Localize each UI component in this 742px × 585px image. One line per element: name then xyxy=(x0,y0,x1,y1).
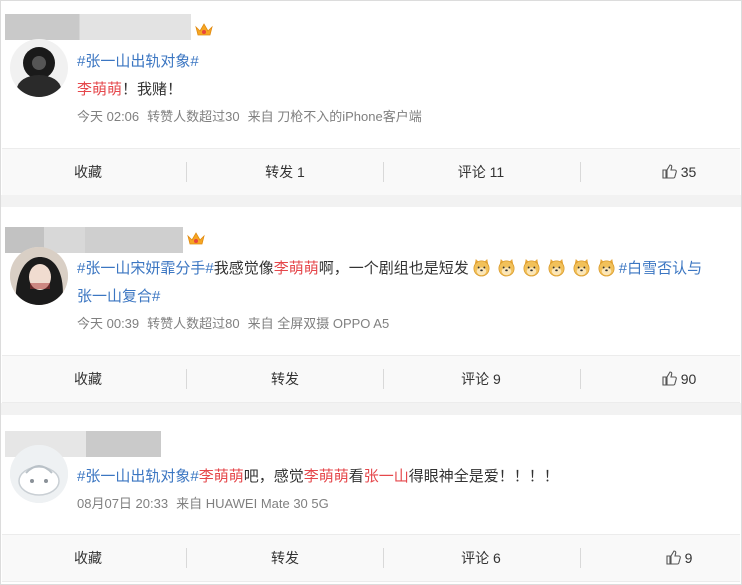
comment-button[interactable]: 评论 6 xyxy=(416,535,546,581)
post-divider xyxy=(1,195,741,207)
post-meta: 08月07日 20:33 来自 HUAWEI Mate 30 5G xyxy=(77,496,329,512)
avatar[interactable] xyxy=(10,39,68,97)
mention-link[interactable]: 张一山 xyxy=(364,468,409,485)
repost-button[interactable]: 转发 1 xyxy=(220,149,350,195)
repost-button[interactable]: 转发 xyxy=(220,535,350,581)
post-time[interactable]: 今天 00:39 xyxy=(77,316,139,331)
avatar[interactable] xyxy=(10,247,68,305)
username-blurred[interactable] xyxy=(5,14,191,40)
topic-link[interactable]: #张一山出轨对象# xyxy=(77,53,199,70)
crown-icon xyxy=(187,232,205,245)
like-button[interactable]: 35 xyxy=(614,149,742,195)
topic-link[interactable]: #张一山出轨对象# xyxy=(77,468,199,485)
doge-emoji xyxy=(523,258,540,277)
repost-like-info: 转赞人数超过80 xyxy=(147,316,240,331)
action-bar: 收藏 转发 评论 6 9 xyxy=(2,534,740,582)
like-button[interactable]: 9 xyxy=(614,535,742,581)
like-count: 9 xyxy=(684,550,693,566)
topic-link[interactable]: #白雪否认与 xyxy=(619,260,702,277)
post-text-line2: 李萌萌！我赌！ xyxy=(77,76,734,103)
thumbs-up-icon xyxy=(666,550,681,565)
mention-link[interactable]: 李萌萌 xyxy=(77,81,122,98)
collect-button[interactable]: 收藏 xyxy=(23,149,153,195)
post-text-segment: ！我赌！ xyxy=(122,81,183,98)
post-text: #张一山出轨对象#李萌萌吧，感觉李萌萌看张一山得眼神全是爱！！！！ xyxy=(77,463,734,490)
post-time[interactable]: 今天 02:06 xyxy=(77,109,139,124)
doge-emoji xyxy=(473,258,490,277)
post-text-line2: 张一山复合# xyxy=(77,283,734,310)
repost-button[interactable]: 转发 xyxy=(220,356,350,402)
post-meta: 今天 00:39 转赞人数超过80 来自 全屏双摄 OPPO A5 xyxy=(77,316,389,332)
repost-like-info: 转赞人数超过30 xyxy=(147,109,240,124)
collect-button[interactable]: 收藏 xyxy=(23,535,153,581)
comment-button[interactable]: 评论 9 xyxy=(416,356,546,402)
post-source[interactable]: 来自 全屏双摄 OPPO A5 xyxy=(248,316,390,331)
post-text-segment: 得眼神全是爱！！！！ xyxy=(408,468,559,485)
thumbs-up-icon xyxy=(662,164,677,179)
post-text: #张一山出轨对象# xyxy=(77,48,734,75)
mention-link[interactable]: 李萌萌 xyxy=(304,468,349,485)
comment-button[interactable]: 评论 11 xyxy=(416,149,546,195)
like-count: 90 xyxy=(680,371,697,387)
doge-emoji xyxy=(498,258,515,277)
doge-emoji xyxy=(598,258,615,277)
like-count: 35 xyxy=(680,164,697,180)
post-source[interactable]: 来自 刀枪不入的iPhone客户端 xyxy=(248,109,422,124)
post-source[interactable]: 来自 HUAWEI Mate 30 5G xyxy=(176,496,329,511)
doge-emoji xyxy=(548,258,565,277)
post-text-segment: 我感觉像 xyxy=(213,260,274,277)
post-text-segment: 吧，感觉 xyxy=(243,468,304,485)
crown-icon xyxy=(195,23,213,36)
doge-emoji xyxy=(573,258,590,277)
post-text-segment: 啊，一个剧组也是短发 xyxy=(318,260,469,277)
avatar[interactable] xyxy=(10,445,68,503)
weibo-comment-feed: #张一山出轨对象# 李萌萌！我赌！ 今天 02:06 转赞人数超过30 来自 刀枪不… xyxy=(0,0,742,585)
collect-button[interactable]: 收藏 xyxy=(23,356,153,402)
post-text: #张一山宋妍霏分手#我感觉像李萌萌啊，一个剧组也是短发 #白雪否认与 xyxy=(77,255,734,282)
post-divider xyxy=(1,403,741,415)
post-meta: 今天 02:06 转赞人数超过30 来自 刀枪不入的iPhone客户端 xyxy=(77,109,422,125)
topic-link-continued[interactable]: 张一山复合# xyxy=(77,288,160,305)
topic-link[interactable]: #张一山宋妍霏分手# xyxy=(77,260,214,277)
action-bar: 收藏 转发 1 评论 11 35 xyxy=(2,148,740,196)
post-text-segment: 看 xyxy=(348,468,364,485)
thumbs-up-icon xyxy=(662,371,677,386)
action-bar: 收藏 转发 评论 9 90 xyxy=(2,355,740,403)
mention-link[interactable]: 李萌萌 xyxy=(199,468,244,485)
like-button[interactable]: 90 xyxy=(614,356,742,402)
post-time[interactable]: 08月07日 20:33 xyxy=(77,496,168,511)
mention-link[interactable]: 李萌萌 xyxy=(274,260,319,277)
